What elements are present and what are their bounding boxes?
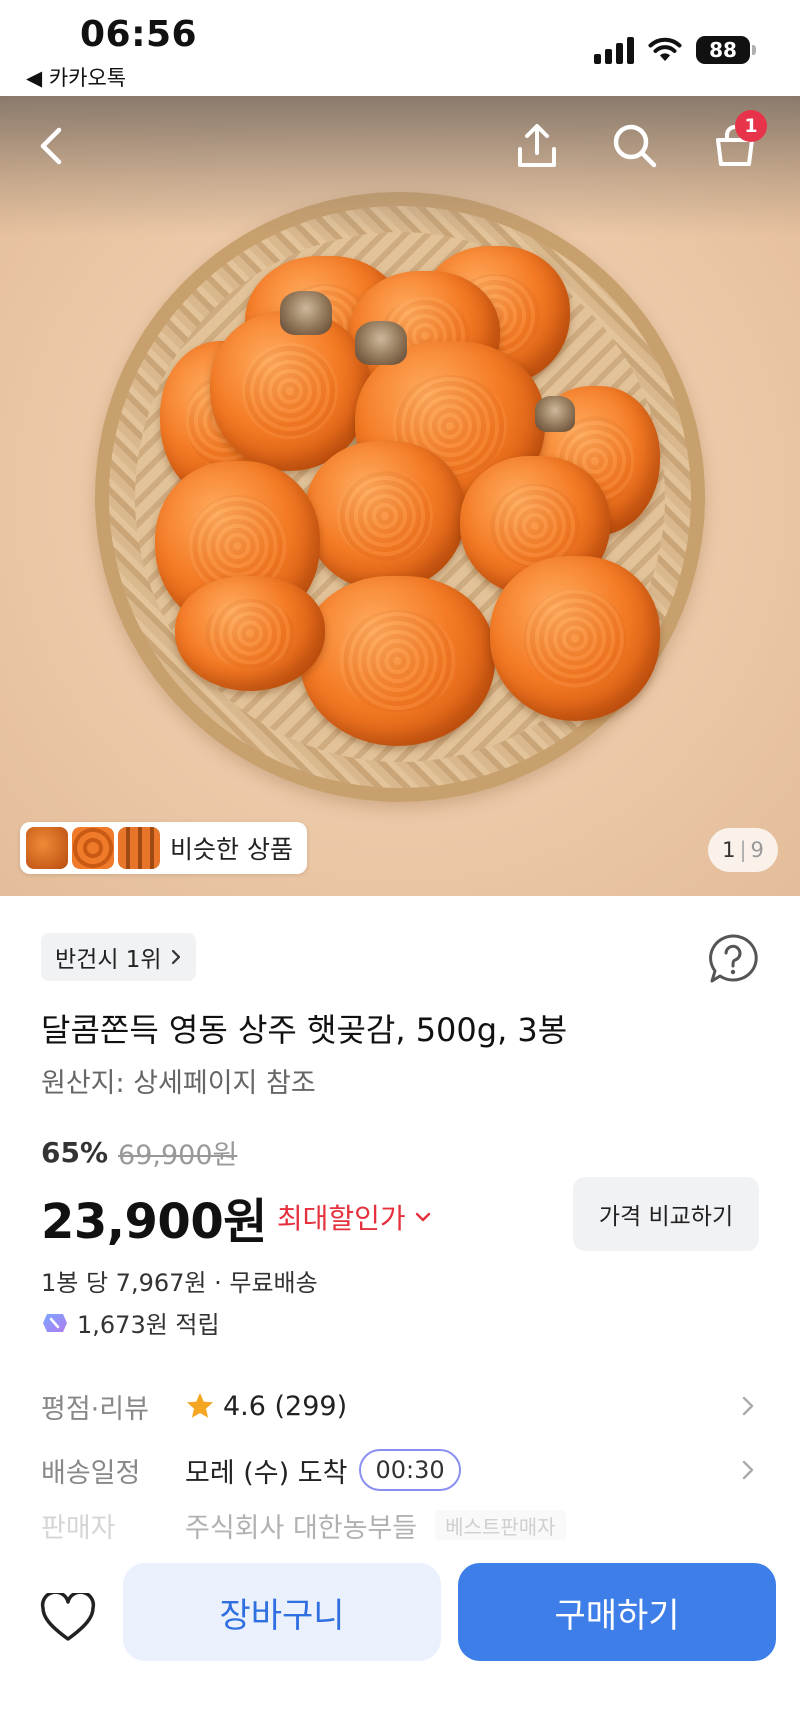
cart-count-badge: 1 <box>735 110 767 142</box>
cart-button[interactable]: 1 <box>705 110 767 176</box>
search-icon <box>613 124 657 168</box>
delivery-countdown: 00:30 <box>359 1449 461 1491</box>
original-price: 69,900원 <box>118 1140 238 1171</box>
star-icon <box>187 1393 213 1418</box>
share-button[interactable] <box>507 116 567 176</box>
price-row: 23,900원 최대할인가 <box>41 1182 432 1252</box>
chevron-right-icon <box>742 1460 754 1480</box>
similar-products-button[interactable]: 비슷한 상품 <box>20 822 307 874</box>
similar-products-label: 비슷한 상품 <box>170 835 293 864</box>
persimmon-stem <box>355 321 407 365</box>
persimmon-stem <box>535 396 575 432</box>
current-page: 1 <box>722 838 736 862</box>
heart-icon <box>40 1593 96 1641</box>
chevron-left-icon <box>40 127 62 165</box>
persimmon <box>305 441 465 591</box>
rating-label: 평점·리뷰 <box>41 1393 149 1425</box>
seller-value-group: 주식회사 대한농부들 베스트판매자 <box>185 1510 759 1540</box>
status-time: 06:56 <box>80 14 198 55</box>
rating-review-row[interactable]: 평점·리뷰 4.6 (299) <box>41 1378 759 1434</box>
seller-name: 주식회사 대한농부들 <box>185 1512 418 1541</box>
back-to-app-link[interactable]: ◀ 카카오톡 <box>26 62 126 92</box>
points-icon <box>43 1313 67 1332</box>
chevron-right-icon <box>171 949 180 965</box>
similar-product-thumbnail <box>26 827 68 869</box>
points-label: 1,673원 적립 <box>77 1311 220 1339</box>
seller-label: 판매자 <box>41 1512 116 1541</box>
page-separator: | <box>739 838 747 862</box>
rank-label: 반건시 1위 <box>55 947 162 973</box>
persimmon-stem <box>280 291 332 335</box>
wishlist-button[interactable] <box>38 1588 98 1648</box>
product-origin: 원산지: 상세페이지 참조 <box>41 1068 316 1099</box>
unit-price-shipping: 1봉 당 7,967원 · 무료배송 <box>41 1269 318 1297</box>
chevron-right-icon <box>742 1396 754 1416</box>
search-button[interactable] <box>605 116 665 176</box>
sale-price: 23,900원 <box>41 1194 267 1250</box>
max-discount-label: 최대할인가 <box>276 1202 406 1235</box>
persimmon <box>300 576 495 746</box>
price-compare-button[interactable]: 가격 비교하기 <box>573 1177 759 1251</box>
best-seller-badge: 베스트판매자 <box>435 1510 566 1540</box>
back-button[interactable] <box>22 116 82 176</box>
image-page-counter: 1 | 9 <box>708 828 778 872</box>
persimmon <box>490 556 660 721</box>
top-nav: 1 <box>0 96 800 196</box>
wifi-icon <box>648 37 682 63</box>
chevron-down-icon <box>415 1212 430 1222</box>
delivery-value-group: 모레 (수) 도착 00:30 <box>185 1449 735 1491</box>
seller-row[interactable]: 판매자 주식회사 대한농부들 베스트판매자 <box>41 1510 759 1540</box>
status-icons: 88 <box>594 36 756 64</box>
add-to-cart-button[interactable]: 장바구니 <box>123 1563 441 1661</box>
product-title: 달콤쫀득 영동 상주 햇곶감, 500g, 3봉 <box>41 1011 568 1049</box>
question-bubble-icon <box>709 934 758 983</box>
delivery-schedule-row[interactable]: 배송일정 모레 (수) 도착 00:30 <box>41 1442 759 1498</box>
discount-percent: 65% <box>41 1136 109 1169</box>
total-pages: 9 <box>750 838 764 862</box>
buy-now-button[interactable]: 구매하기 <box>458 1563 776 1661</box>
category-rank-chip[interactable]: 반건시 1위 <box>41 933 196 981</box>
cellular-signal-icon <box>594 36 634 64</box>
persimmon <box>175 576 325 691</box>
reward-points: 1,673원 적립 <box>41 1305 220 1340</box>
product-image[interactable] <box>0 96 800 896</box>
product-qa-button[interactable] <box>706 932 760 986</box>
max-discount-toggle[interactable]: 최대할인가 <box>277 1197 432 1237</box>
similar-product-thumbnail <box>72 827 114 869</box>
bottom-action-bar: 장바구니 구매하기 <box>0 1540 800 1731</box>
status-bar: 06:56 ◀ 카카오톡 88 <box>0 0 800 96</box>
similar-product-thumbnail <box>118 827 160 869</box>
rating-value: 4.6 (299) <box>223 1390 348 1422</box>
delivery-date: 모레 (수) 도착 <box>185 1457 348 1489</box>
battery-icon: 88 <box>696 36 756 64</box>
rating-value-group: 4.6 (299) <box>185 1391 735 1422</box>
delivery-label: 배송일정 <box>41 1457 141 1489</box>
share-icon <box>518 124 556 167</box>
discount-row: 65% 69,900원 <box>41 1133 237 1172</box>
